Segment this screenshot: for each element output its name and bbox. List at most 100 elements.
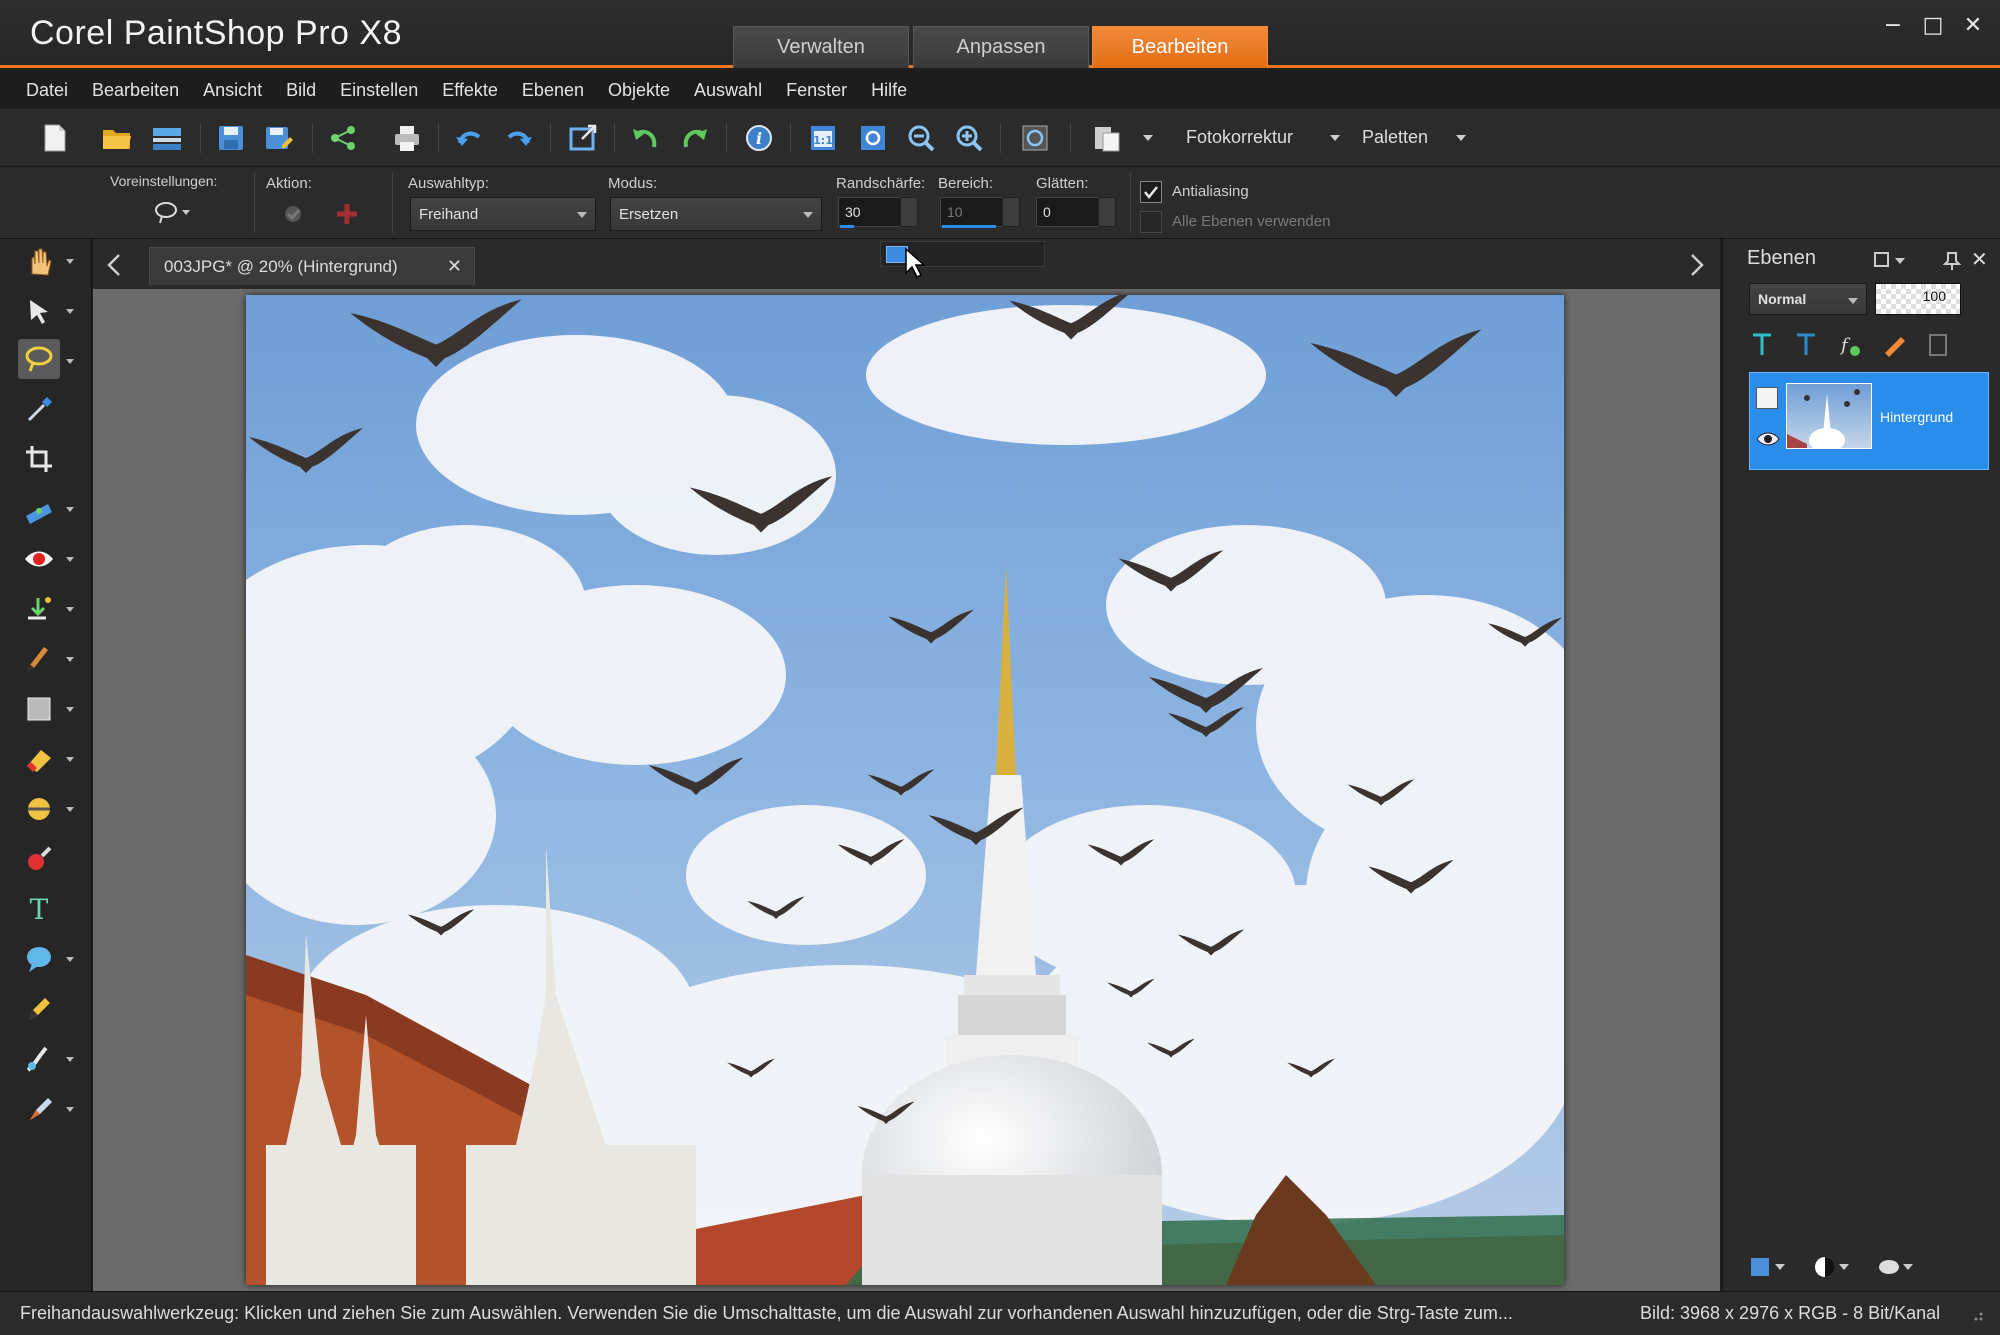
- fit-window-icon[interactable]: [856, 121, 890, 155]
- paste-icon[interactable]: [1090, 121, 1124, 155]
- menu-einstellen[interactable]: Einstellen: [340, 80, 418, 101]
- menu-hilfe[interactable]: Hilfe: [871, 80, 907, 101]
- close-panel-icon[interactable]: ✕: [1971, 247, 1988, 271]
- share-icon[interactable]: [326, 121, 360, 155]
- feather-slider[interactable]: [840, 225, 854, 228]
- text-tool[interactable]: T: [18, 889, 60, 929]
- color-changer-tool[interactable]: [18, 839, 60, 879]
- menu-ansicht[interactable]: Ansicht: [203, 80, 262, 101]
- minimize-button[interactable]: −: [1876, 10, 1910, 40]
- document-tab[interactable]: 003JPG* @ 20% (Hintergrund) ✕: [149, 247, 475, 285]
- menu-objekte[interactable]: Objekte: [608, 80, 670, 101]
- warp-brush-icon: [26, 1046, 48, 1072]
- clone-brush-tool[interactable]: [18, 1089, 60, 1129]
- fotokorrektur-dropdown-icon[interactable]: [1330, 135, 1340, 141]
- delete-layer-icon[interactable]: [1925, 331, 1951, 359]
- rotate-left-icon[interactable]: [628, 121, 662, 155]
- save-icon[interactable]: [214, 121, 248, 155]
- tab-bearbeiten[interactable]: Bearbeiten: [1092, 26, 1268, 68]
- resize-grip-icon[interactable]: [1968, 1306, 1984, 1327]
- visibility-eye-icon[interactable]: [1756, 429, 1780, 453]
- menu-datei[interactable]: Datei: [26, 80, 68, 101]
- all-layers-checkbox[interactable]: [1140, 211, 1162, 233]
- new-file-icon[interactable]: [38, 121, 72, 155]
- pick-tool[interactable]: [18, 291, 60, 331]
- smoothing-dropdown[interactable]: [1098, 197, 1116, 227]
- range-slider[interactable]: [942, 225, 996, 228]
- fill-tool[interactable]: [18, 689, 60, 729]
- menu-ebenen[interactable]: Ebenen: [522, 80, 584, 101]
- photo-canvas[interactable]: [246, 295, 1564, 1285]
- opacity-input[interactable]: 100: [1875, 283, 1961, 315]
- fotokorrektur-menu[interactable]: Fotokorrektur: [1186, 127, 1293, 148]
- undo-icon[interactable]: [452, 121, 486, 155]
- info-icon[interactable]: i: [742, 121, 776, 155]
- selection-type-select[interactable]: Freihand: [410, 197, 596, 231]
- close-button[interactable]: ✕: [1956, 10, 1990, 40]
- menu-bild[interactable]: Bild: [286, 80, 316, 101]
- open-folder-icon[interactable]: [100, 121, 134, 155]
- dodge-tool[interactable]: [18, 789, 60, 829]
- zoom-in-icon[interactable]: [952, 121, 986, 155]
- action-apply-icon[interactable]: [280, 201, 306, 231]
- resize-icon[interactable]: [566, 121, 600, 155]
- range-input[interactable]: 10: [940, 197, 1004, 227]
- pan-tool[interactable]: [18, 241, 60, 281]
- save-as-icon[interactable]: [262, 121, 296, 155]
- group-icon[interactable]: [1877, 1254, 1915, 1280]
- new-vector-layer-icon[interactable]: [1793, 331, 1819, 359]
- pen-tool[interactable]: [18, 989, 60, 1029]
- scan-icon[interactable]: [150, 121, 184, 155]
- maximize-button[interactable]: □: [1916, 10, 1950, 40]
- redo-icon[interactable]: [502, 121, 536, 155]
- tab-verwalten[interactable]: Verwalten: [733, 26, 909, 68]
- print-icon[interactable]: [390, 121, 424, 155]
- menu-fenster[interactable]: Fenster: [786, 80, 847, 101]
- freehand-selection-tool[interactable]: [18, 339, 60, 379]
- paste-dropdown-icon[interactable]: [1143, 135, 1153, 141]
- new-raster-layer-icon[interactable]: [1749, 331, 1775, 359]
- rotate-right-icon[interactable]: [678, 121, 712, 155]
- layer-style-icon[interactable]: [1749, 1254, 1787, 1280]
- pin-icon[interactable]: [1942, 251, 1962, 275]
- brush-tool[interactable]: [18, 639, 60, 679]
- mode-select[interactable]: Ersetzen: [610, 197, 822, 231]
- mask-icon[interactable]: [1813, 1254, 1851, 1280]
- layer-mask-icon[interactable]: [1756, 387, 1778, 409]
- antialiasing-checkbox[interactable]: [1140, 181, 1162, 203]
- zoom-out-icon[interactable]: [904, 121, 938, 155]
- menu-auswahl[interactable]: Auswahl: [694, 80, 762, 101]
- paletten-dropdown-icon[interactable]: [1456, 135, 1466, 141]
- main-toolbar: i 1:1 Fotokorrektur Paletten: [0, 109, 2000, 167]
- dropper-tool[interactable]: [18, 389, 60, 429]
- zoom-actual-icon[interactable]: 1:1: [806, 121, 840, 155]
- crop-tool[interactable]: [18, 439, 60, 479]
- smoothing-input[interactable]: 0: [1036, 197, 1100, 227]
- layer-row-hintergrund[interactable]: Hintergrund: [1749, 372, 1989, 470]
- straighten-tool[interactable]: [18, 489, 60, 529]
- warp-brush-tool[interactable]: [18, 1039, 60, 1079]
- menu-bearbeiten[interactable]: Bearbeiten: [92, 80, 179, 101]
- action-cancel-icon[interactable]: [334, 201, 360, 231]
- edit-layer-icon[interactable]: [1881, 331, 1907, 359]
- preset-picker[interactable]: [152, 197, 196, 227]
- chevron-right-icon[interactable]: [1684, 251, 1708, 279]
- makeover-tool[interactable]: [18, 589, 60, 629]
- panel-menu-icon[interactable]: [1873, 251, 1913, 275]
- range-dropdown[interactable]: [1002, 197, 1020, 227]
- blend-mode-select[interactable]: Normal: [1749, 283, 1867, 315]
- shape-tool[interactable]: [18, 939, 60, 979]
- layer-name[interactable]: Hintergrund: [1880, 409, 1953, 425]
- feather-dropdown[interactable]: [900, 197, 918, 227]
- new-adjustment-layer-icon[interactable]: f: [1837, 331, 1863, 359]
- chevron-left-icon[interactable]: [103, 251, 127, 279]
- canvas-area[interactable]: [93, 289, 1720, 1291]
- menu-effekte[interactable]: Effekte: [442, 80, 498, 101]
- eraser-tool[interactable]: [18, 739, 60, 779]
- paletten-menu[interactable]: Paletten: [1362, 127, 1428, 148]
- red-eye-tool[interactable]: [18, 539, 60, 579]
- feather-input[interactable]: 30: [838, 197, 902, 227]
- tab-anpassen[interactable]: Anpassen: [913, 26, 1089, 68]
- zoom-preset-icon[interactable]: [1018, 121, 1052, 155]
- close-tab-icon[interactable]: ✕: [447, 256, 462, 277]
